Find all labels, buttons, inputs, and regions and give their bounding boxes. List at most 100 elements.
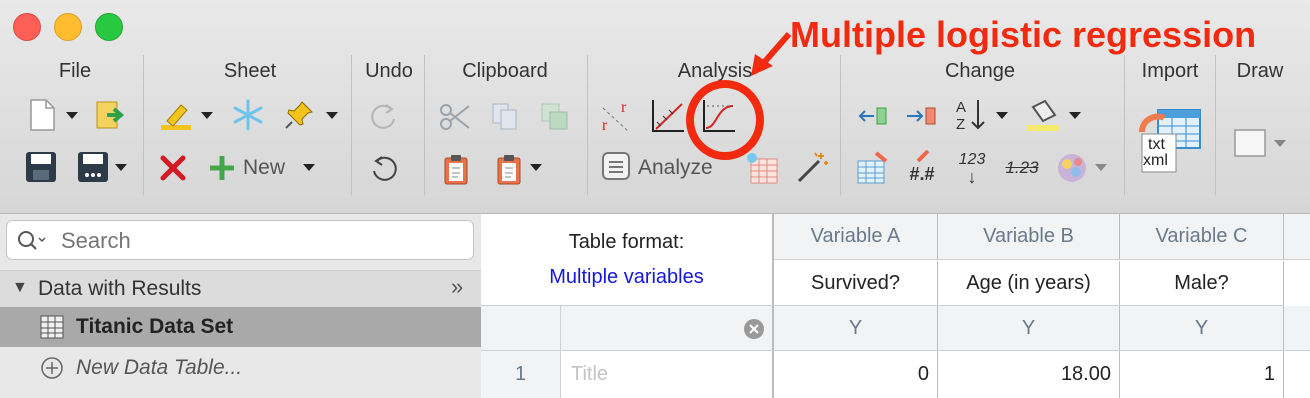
collapse-sidebar-icon[interactable]: » — [451, 274, 463, 300]
row-title-header — [561, 306, 774, 351]
strike-number-label: 1.23 — [1005, 158, 1039, 177]
sidebar-item-label: Titanic Data Set — [76, 315, 234, 338]
analyze-button-label[interactable]: Analyze — [638, 156, 713, 180]
save-button[interactable] — [24, 150, 58, 184]
chevron-down-icon[interactable] — [115, 164, 127, 171]
transform-button[interactable] — [855, 150, 891, 186]
column-header-next[interactable] — [1284, 214, 1310, 260]
table-format-value[interactable]: Multiple variables — [549, 266, 704, 289]
svg-text:r: r — [602, 117, 608, 134]
close-window-button[interactable] — [13, 13, 41, 41]
chevron-down-icon[interactable] — [1274, 140, 1286, 147]
table-format-cell[interactable]: Table format: Multiple variables — [481, 214, 774, 306]
cut-button[interactable] — [438, 100, 472, 132]
color-scheme-button[interactable] — [1054, 150, 1090, 186]
paste-button[interactable] — [440, 152, 472, 186]
chevron-down-icon[interactable] — [530, 164, 542, 171]
group-label-clipboard: Clipboard — [462, 60, 548, 82]
paste-options-button[interactable] — [493, 152, 525, 186]
magic-wand-button[interactable] — [794, 150, 830, 186]
arrow-down-icon: ↓ — [967, 167, 977, 187]
separator — [143, 55, 144, 195]
magic-wand-icon — [797, 152, 828, 183]
open-file-button[interactable] — [94, 98, 128, 132]
copy-button[interactable] — [488, 100, 522, 132]
save-as-button[interactable] — [76, 150, 110, 184]
paste-special-button[interactable] — [537, 100, 571, 132]
delete-button[interactable] — [158, 152, 188, 184]
new-sheet-button[interactable] — [206, 152, 238, 184]
chevron-down-icon[interactable] — [303, 164, 315, 171]
chevron-down-icon[interactable] — [1069, 112, 1081, 119]
sidebar-item-titanic-data-set[interactable]: Titanic Data Set — [0, 307, 481, 347]
highlight-button[interactable] — [158, 98, 194, 132]
chevron-down-icon[interactable] — [201, 112, 213, 119]
search-field[interactable] — [6, 220, 474, 260]
annotation-arrow-icon — [751, 32, 792, 76]
chevron-down-icon[interactable] — [1095, 164, 1107, 171]
number-123-button[interactable]: 123 ↓ — [952, 148, 992, 188]
row-number[interactable]: 1 — [481, 351, 561, 398]
clipboard-icon — [497, 155, 521, 185]
data-cell[interactable]: 18.00 — [938, 351, 1120, 398]
clear-circle-icon[interactable] — [743, 318, 765, 340]
zoom-window-button[interactable] — [95, 13, 123, 41]
search-input[interactable] — [59, 225, 463, 257]
chevron-down-icon[interactable] — [996, 112, 1008, 119]
grid-table-icon — [747, 153, 778, 184]
search-icon — [18, 231, 46, 250]
remove-number-button[interactable]: 1.23 — [1000, 150, 1044, 186]
redo-button[interactable] — [368, 100, 400, 132]
correlation-button[interactable]: rr — [598, 98, 636, 134]
draw-shape-button[interactable] — [1232, 126, 1268, 160]
column-type-c: Y — [1120, 306, 1284, 351]
pin-button[interactable] — [282, 98, 316, 132]
correlation-r-icon: rr — [602, 99, 630, 134]
sidebar-item-new-data-table[interactable]: New Data Table... — [0, 348, 481, 388]
svg-text:A: A — [956, 99, 966, 116]
add-circle-icon — [41, 357, 63, 379]
svg-text:Z: Z — [956, 116, 965, 133]
column-title-a[interactable]: Survived? — [774, 261, 938, 306]
table-format-label: Table format: — [568, 230, 685, 253]
data-cell[interactable]: 0 — [774, 351, 938, 398]
red-x-icon — [160, 155, 186, 181]
new-file-button[interactable] — [26, 98, 58, 132]
redo-arrow-icon — [371, 104, 395, 129]
scissors-icon — [440, 104, 470, 130]
copy-icon — [492, 103, 517, 130]
linear-regression-icon — [652, 100, 684, 132]
shift-left-button[interactable] — [856, 100, 890, 132]
import-button[interactable]: txt xml — [1138, 104, 1204, 174]
document-icon — [30, 99, 55, 131]
column-header-a[interactable]: Variable A — [774, 214, 938, 260]
disclosure-triangle-icon[interactable]: ▼ — [12, 279, 28, 297]
chevron-down-icon[interactable] — [66, 112, 78, 119]
column-header-b[interactable]: Variable B — [938, 214, 1120, 260]
freeze-button[interactable] — [230, 98, 266, 132]
data-cell[interactable]: 1 — [1120, 351, 1284, 398]
separator — [424, 55, 425, 195]
section-header[interactable]: ▼ Data with Results » — [0, 270, 481, 307]
rectangle-icon — [1234, 129, 1266, 157]
minimize-window-button[interactable] — [54, 13, 82, 41]
new-button-label[interactable]: New — [243, 156, 285, 180]
fill-color-button[interactable] — [1024, 98, 1062, 134]
analyze-button-icon[interactable] — [600, 150, 632, 182]
column-type-b: Y — [938, 306, 1120, 351]
group-label-sheet: Sheet — [223, 60, 277, 82]
column-title-c[interactable]: Male? — [1120, 261, 1284, 306]
row-title-cell[interactable]: Title — [561, 351, 774, 398]
undo-button[interactable] — [368, 152, 400, 184]
floppy-disk-dots-icon — [78, 152, 108, 182]
format-number-button[interactable]: #.# — [903, 148, 941, 188]
column-header-c[interactable]: Variable C — [1120, 214, 1284, 260]
shift-right-button[interactable] — [904, 100, 938, 132]
sidebar-item-label: New Data Table... — [76, 356, 243, 379]
chevron-down-icon[interactable] — [326, 112, 338, 119]
row-header-corner — [481, 306, 561, 351]
sort-button[interactable]: AZ — [954, 96, 988, 134]
linear-regression-button[interactable] — [649, 98, 687, 134]
column-title-b[interactable]: Age (in years) — [938, 261, 1120, 306]
new-graph-table-button[interactable] — [744, 150, 780, 186]
